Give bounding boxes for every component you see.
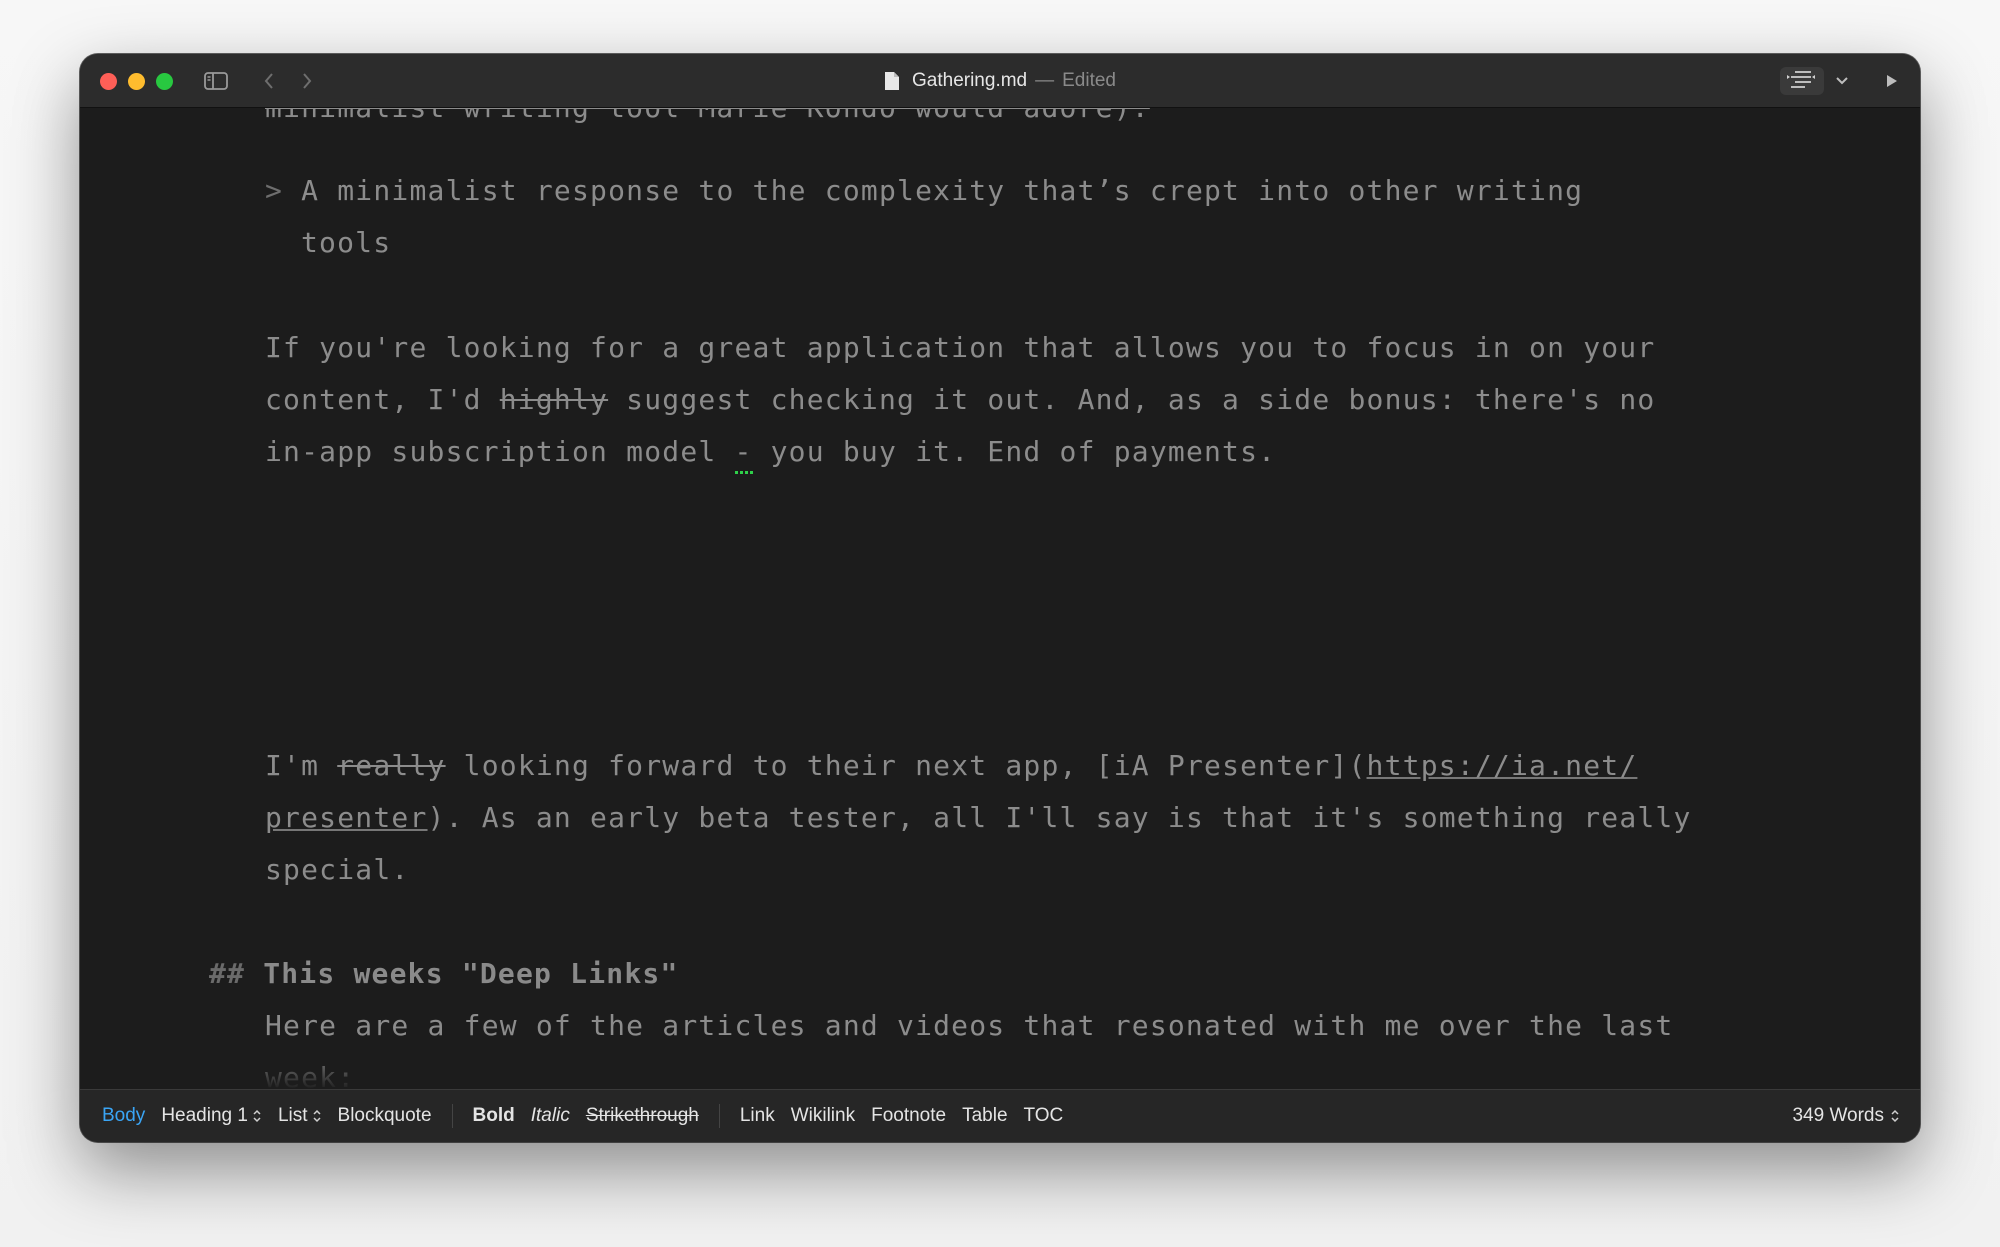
up-down-chevron-icon [1890,1109,1900,1123]
paragraph-line: content, I'd highly suggest checking it … [265,374,1655,426]
document-icon [884,71,900,91]
list-label: List [277,1105,308,1126]
word-count: 349 Words [1792,1105,1884,1126]
heading-marker: ## [209,957,246,990]
text-run: content, I'd [265,383,500,416]
up-down-chevron-icon [252,1109,262,1123]
window-title: Gathering.md — Edited [80,54,1920,107]
paragraph-line: Here are a few of the articles and video… [265,1009,1674,1042]
blockquote-text: A minimalist response to the complexity … [301,174,1584,207]
toc-button[interactable]: TOC [1024,1105,1064,1127]
paragraph-line: special. [265,853,410,886]
chevron-down-icon[interactable] [1832,68,1852,94]
bold-button[interactable]: Bold [473,1105,515,1127]
paragraph-line: in-app subscription model - you buy it. … [265,426,1276,478]
strikethrough-text: really [337,749,446,782]
title-separator: — [1035,69,1055,91]
footnote-button[interactable]: Footnote [871,1105,946,1127]
heading-label: Heading 1 [161,1105,248,1126]
style-blockquote-button[interactable]: Blockquote [338,1105,432,1127]
up-down-chevron-icon [312,1109,322,1123]
paragraph-line: week: [265,1061,356,1090]
text-run: suggest checking it out. And, as a side … [608,383,1656,416]
format-bar: Body Heading 1 List Blockquote Bold Ital… [80,1089,1920,1142]
edited-status: Edited [1062,69,1116,91]
text-run: you buy it. End of payments. [752,435,1277,468]
section-heading: ## This weeks "Deep Links" [209,948,679,1000]
flagged-dash[interactable]: - [734,426,753,478]
editor-area[interactable]: minimalist writing tool Marie Kondo woul… [80,108,1920,1090]
text-run: ). As an early beta tester, all I'll say… [427,801,1692,834]
play-icon[interactable] [1880,68,1904,94]
cut-off-line: minimalist writing tool Marie Kondo woul… [265,108,1150,134]
wikilink-button[interactable]: Wikilink [791,1105,855,1127]
toolbar-divider [451,1104,453,1128]
title-bar: Gathering.md — Edited [80,54,1920,108]
style-body-button[interactable]: Body [102,1105,145,1127]
text-run: looking forward to their next app, [iA P… [445,749,1367,782]
link-url[interactable]: https://ia.net/ [1367,749,1638,782]
outline-list-icon [1787,70,1817,93]
blockquote-line: > A minimalist response to the complexit… [265,165,1583,217]
text-run: I'm [265,749,338,782]
italic-button[interactable]: Italic [531,1105,570,1127]
blockquote-marker: > [265,174,284,207]
link-url[interactable]: presenter [265,801,428,834]
text-run: in-app subscription model [265,435,735,468]
document-name: Gathering.md [912,69,1028,91]
word-count-button[interactable]: 349 Words [1792,1105,1900,1127]
blockquote-line-2: tools [301,226,392,259]
paragraph-line: presenter). As an early beta tester, all… [265,792,1692,844]
heading-text: This weeks "Deep Links" [263,957,679,990]
style-heading-button[interactable]: Heading 1 [161,1105,262,1127]
app-window: Gathering.md — Edited minimalist writing… [80,54,1920,1142]
strikethrough-button[interactable]: Strikethrough [586,1105,699,1127]
link-button[interactable]: Link [740,1105,775,1127]
paragraph-line: I'm really looking forward to their next… [265,740,1637,792]
paragraph-line: If you're looking for a great applicatio… [265,331,1656,364]
toolbar-divider [718,1104,720,1128]
table-button[interactable]: Table [962,1105,1007,1127]
strikethrough-text: highly [499,383,609,416]
outline-button[interactable] [1780,67,1824,95]
style-list-button[interactable]: List [278,1105,322,1127]
